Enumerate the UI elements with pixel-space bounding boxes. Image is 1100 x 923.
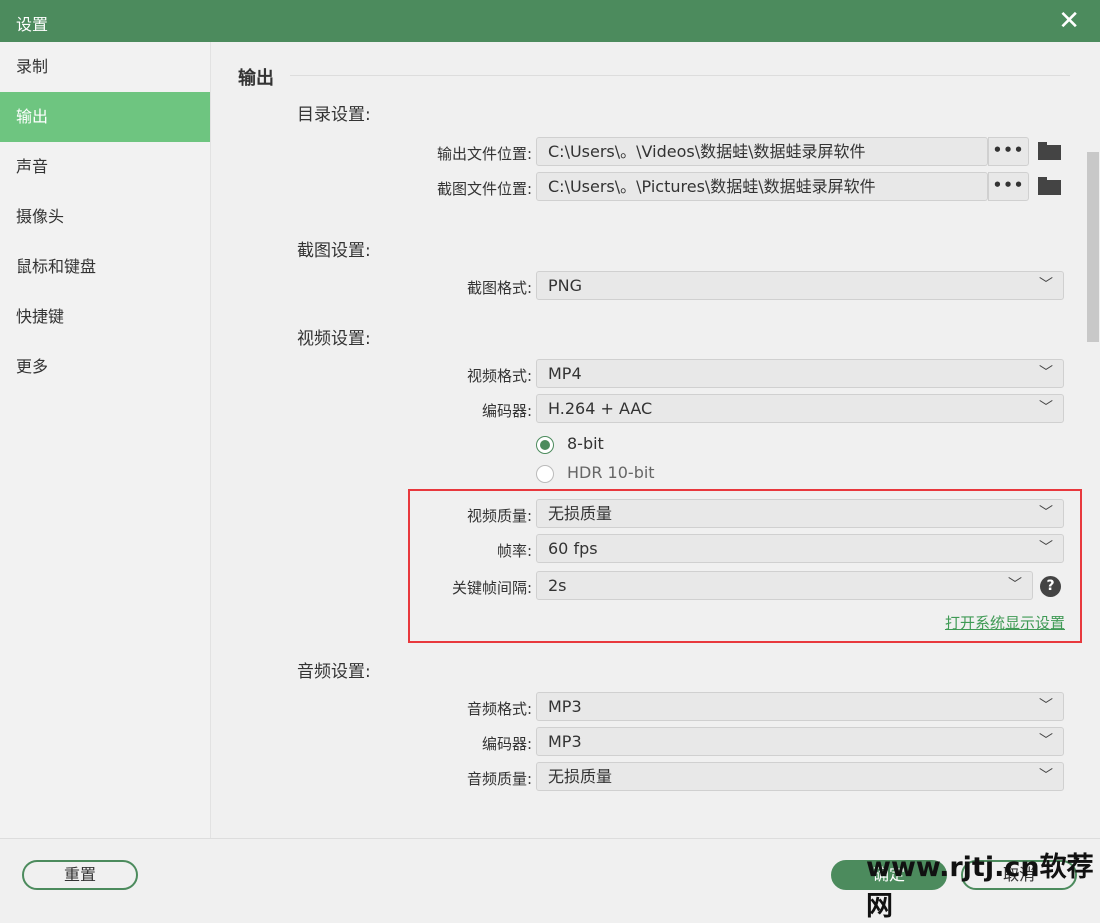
video-format-row: 视频格式: MP4 ﹀ <box>212 359 1072 389</box>
sidebar-item-output[interactable]: 输出 <box>0 92 210 142</box>
screenshot-path-input[interactable]: C:\Users\。\Pictures\数据蛙\数据蛙录屏软件 <box>536 172 988 201</box>
radio-unchecked-icon <box>536 465 554 483</box>
video-heading: 视频设置: <box>297 329 371 349</box>
fps-label: 帧率: <box>496 542 532 560</box>
video-codec-row: 编码器: H.264 + AAC ﹀ <box>212 394 1072 424</box>
screenshot-format-select[interactable]: PNG ﹀ <box>536 271 1064 300</box>
selected-value: 2s <box>548 576 567 595</box>
screenshot-format-label: 截图格式: <box>466 279 532 297</box>
video-quality-label: 视频质量: <box>466 507 532 525</box>
selected-value: MP3 <box>548 697 582 716</box>
screenshot-path-row: 截图文件位置: C:\Users\。\Pictures\数据蛙\数据蛙录屏软件 … <box>212 172 1072 202</box>
footer: 重置 确定 取消 <box>0 838 1100 912</box>
video-path-label: 输出文件位置: <box>436 145 532 163</box>
audio-quality-label: 音频质量: <box>466 770 532 788</box>
audio-format-label: 音频格式: <box>466 700 532 718</box>
directory-heading: 目录设置: <box>297 105 371 125</box>
audio-codec-row: 编码器: MP3 ﹀ <box>212 727 1072 757</box>
video-folder-icon[interactable] <box>1038 142 1061 160</box>
radio-checked-icon <box>536 436 554 454</box>
audio-quality-row: 音频质量: 无损质量 ﹀ <box>212 762 1072 792</box>
sidebar-item-record[interactable]: 录制 <box>0 42 210 92</box>
keyframe-label: 关键帧间隔: <box>451 579 532 597</box>
chevron-down-icon: ﹀ <box>1039 768 1053 784</box>
video-codec-select[interactable]: H.264 + AAC ﹀ <box>536 394 1064 423</box>
settings-panel: 输出 目录设置: 输出文件位置: C:\Users\。\Videos\数据蛙\数… <box>212 42 1087 838</box>
selected-value: PNG <box>548 276 583 295</box>
ok-button[interactable]: 确定 <box>831 860 947 890</box>
video-format-select[interactable]: MP4 ﹀ <box>536 359 1064 388</box>
title-bar: 设置 ✕ <box>0 0 1100 42</box>
radio-8bit[interactable]: 8-bit <box>536 433 836 457</box>
fps-row: 帧率: 60 fps ﹀ <box>212 534 1072 564</box>
video-codec-label: 编码器: <box>481 402 532 420</box>
divider <box>290 75 1070 76</box>
sidebar-item-mouse-keyboard[interactable]: 鼠标和键盘 <box>0 242 210 292</box>
chevron-down-icon: ﹀ <box>1008 577 1022 593</box>
selected-value: H.264 + AAC <box>548 399 653 418</box>
scrollbar-thumb[interactable] <box>1087 152 1099 342</box>
help-icon[interactable]: ? <box>1040 576 1061 597</box>
audio-format-select[interactable]: MP3 ﹀ <box>536 692 1064 721</box>
sidebar-item-sound[interactable]: 声音 <box>0 142 210 192</box>
selected-value: 60 fps <box>548 539 598 558</box>
video-quality-row: 视频质量: 无损质量 ﹀ <box>212 499 1072 529</box>
selected-value: MP3 <box>548 732 582 751</box>
screenshot-format-row: 截图格式: PNG ﹀ <box>212 271 1072 301</box>
chevron-down-icon: ﹀ <box>1039 505 1053 521</box>
chevron-down-icon: ﹀ <box>1039 365 1053 381</box>
window-title: 设置 <box>16 15 49 34</box>
sidebar-item-hotkeys[interactable]: 快捷键 <box>0 292 210 342</box>
close-icon[interactable]: ✕ <box>1058 6 1080 36</box>
keyframe-row: 关键帧间隔: 2s ﹀ ? <box>212 571 1072 601</box>
open-display-settings-link[interactable]: 打开系统显示设置 <box>945 612 1065 633</box>
selected-value: MP4 <box>548 364 582 383</box>
chevron-down-icon: ﹀ <box>1039 698 1053 714</box>
video-format-label: 视频格式: <box>466 367 532 385</box>
audio-heading: 音频设置: <box>297 662 371 682</box>
video-path-input[interactable]: C:\Users\。\Videos\数据蛙\数据蛙录屏软件 <box>536 137 988 166</box>
audio-format-row: 音频格式: MP3 ﹀ <box>212 692 1072 722</box>
reset-button[interactable]: 重置 <box>22 860 138 890</box>
sidebar: 录制 输出 声音 摄像头 鼠标和键盘 快捷键 更多 <box>0 42 211 838</box>
selected-value: 无损质量 <box>548 504 613 523</box>
sidebar-item-more[interactable]: 更多 <box>0 342 210 392</box>
radio-label: HDR 10-bit <box>567 463 655 482</box>
audio-codec-select[interactable]: MP3 ﹀ <box>536 727 1064 756</box>
video-quality-select[interactable]: 无损质量 ﹀ <box>536 499 1064 528</box>
chevron-down-icon: ﹀ <box>1039 400 1053 416</box>
chevron-down-icon: ﹀ <box>1039 540 1053 556</box>
chevron-down-icon: ﹀ <box>1039 277 1053 293</box>
cancel-button[interactable]: 取消 <box>961 860 1077 890</box>
radio-hdr-10bit[interactable]: HDR 10-bit <box>536 462 836 486</box>
audio-quality-select[interactable]: 无损质量 ﹀ <box>536 762 1064 791</box>
sidebar-item-camera[interactable]: 摄像头 <box>0 192 210 242</box>
video-path-browse-button[interactable]: ••• <box>988 137 1029 166</box>
keyframe-select[interactable]: 2s ﹀ <box>536 571 1033 600</box>
section-title: 输出 <box>238 68 274 89</box>
screenshot-path-browse-button[interactable]: ••• <box>988 172 1029 201</box>
selected-value: 无损质量 <box>548 767 613 786</box>
screenshot-folder-icon[interactable] <box>1038 177 1061 195</box>
chevron-down-icon: ﹀ <box>1039 733 1053 749</box>
fps-select[interactable]: 60 fps ﹀ <box>536 534 1064 563</box>
screenshot-heading: 截图设置: <box>297 241 371 261</box>
radio-label: 8-bit <box>567 434 604 453</box>
screenshot-path-label: 截图文件位置: <box>436 180 532 198</box>
video-path-row: 输出文件位置: C:\Users\。\Videos\数据蛙\数据蛙录屏软件 ••… <box>212 137 1072 167</box>
audio-codec-label: 编码器: <box>481 735 532 753</box>
